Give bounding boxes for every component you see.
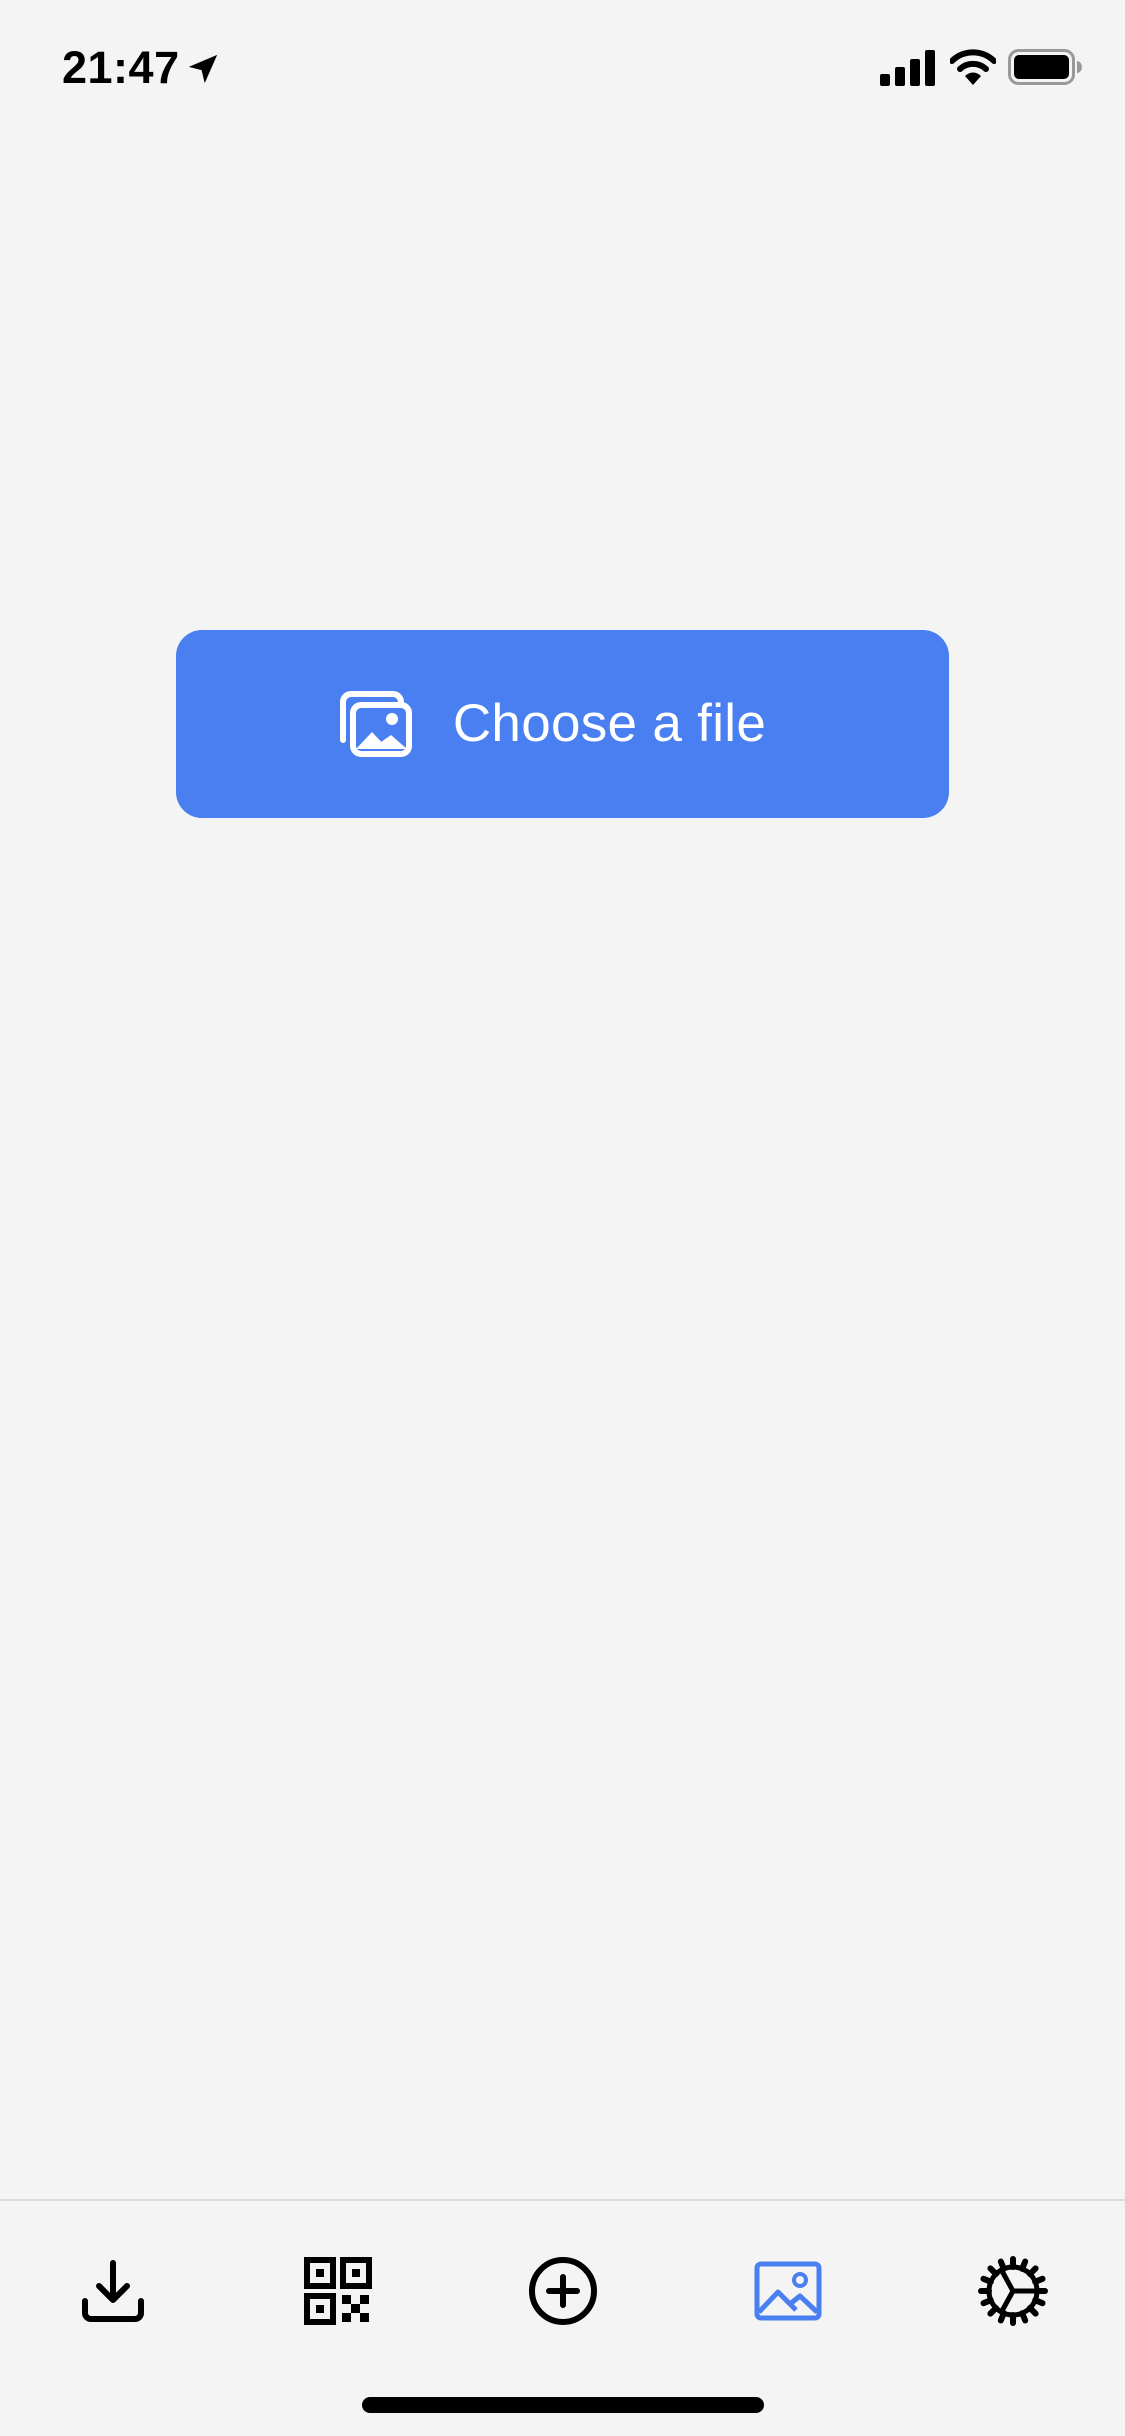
home-indicator xyxy=(362,2397,764,2413)
tab-download[interactable] xyxy=(63,2241,163,2341)
download-icon xyxy=(82,2260,144,2322)
gear-icon xyxy=(978,2256,1048,2326)
status-bar: 21:47 xyxy=(0,0,1125,132)
app-screen: 21:47 Choose a file xyxy=(0,0,1125,2436)
tab-add[interactable] xyxy=(513,2241,613,2341)
photo-stack-icon xyxy=(339,691,412,757)
tab-settings[interactable] xyxy=(963,2241,1063,2341)
wifi-icon xyxy=(950,49,996,85)
tab-qr-code[interactable] xyxy=(288,2241,388,2341)
battery-icon xyxy=(1008,49,1082,85)
location-arrow-icon xyxy=(188,54,218,84)
qr-code-icon xyxy=(304,2257,372,2325)
tab-images[interactable] xyxy=(738,2241,838,2341)
choose-file-label: Choose a file xyxy=(452,694,767,753)
status-time: 21:47 xyxy=(62,42,180,93)
plus-circle-icon xyxy=(529,2257,597,2325)
image-icon xyxy=(754,2261,822,2321)
cellular-signal-icon xyxy=(880,50,935,86)
choose-file-button[interactable]: Choose a file xyxy=(176,630,949,818)
